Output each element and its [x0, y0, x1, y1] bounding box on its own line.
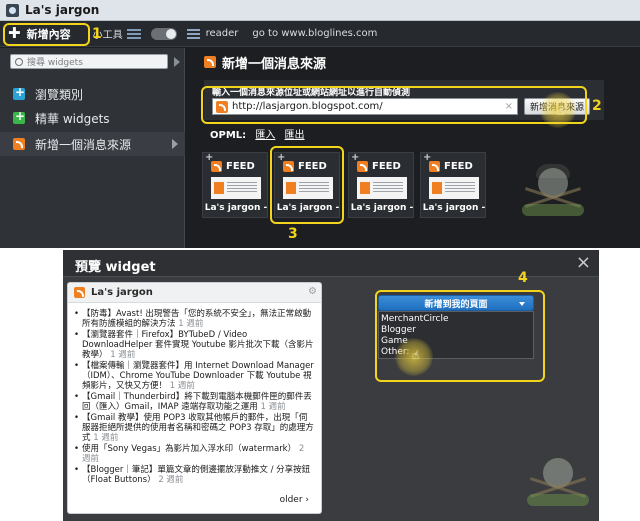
gear-icon[interactable]: ⚙ — [308, 286, 317, 297]
rss-icon — [429, 161, 440, 172]
step-marker-4: 4 — [518, 270, 528, 286]
rss-icon — [13, 138, 25, 150]
goto-bloglines-link[interactable]: go to www.bloglines.com — [252, 28, 377, 39]
older-link[interactable]: older › — [280, 495, 309, 505]
feed-badge: FEED — [372, 161, 401, 172]
search-icon — [15, 57, 23, 66]
window-title: La's jargon — [25, 3, 100, 17]
widget-search-input[interactable]: 搜尋 widgets — [10, 54, 168, 69]
list-item[interactable]: 【瀏覽器套件｜Firefox】BYTubeD / Video DownloadH… — [74, 330, 314, 360]
mascot-watermark — [518, 160, 588, 224]
sidebar-item-label: 瀏覽類別 — [35, 87, 84, 102]
hand-cursor-icon: ☝ — [557, 104, 565, 118]
app-icon — [6, 3, 19, 17]
feed-thumbnail — [429, 177, 479, 199]
opml-export-link[interactable]: 匯出 — [285, 130, 305, 141]
step-marker-2: 2 — [592, 98, 602, 114]
rss-icon — [357, 161, 368, 172]
feed-name: La's jargon - — [350, 203, 414, 213]
rss-icon — [74, 287, 85, 298]
preview-widget-dialog: 預覽 widget × La's jargon ⚙ 【防毒】Avast! 出現警… — [63, 250, 599, 521]
opml-row: OPML: 匯入 匯出 — [210, 126, 305, 141]
bloglines-window: La's jargon ✚ 新增內容 小工具 reader go to www.… — [0, 0, 640, 248]
feed-badge: FEED — [226, 161, 255, 172]
feed-card[interactable]: + FEED La's jargon - — [348, 152, 414, 218]
highlight-box-3 — [270, 146, 344, 224]
title-bar: La's jargon — [0, 0, 640, 21]
list-item[interactable]: 【防毒】Avast! 出現警告「您的系統不安全」，無法正常啟動所有防護模組的解決… — [74, 309, 314, 329]
sidebar-item-label: 精華 widgets — [35, 111, 110, 126]
feed-card[interactable]: + FEED La's jargon - — [202, 152, 268, 218]
rss-icon — [204, 56, 216, 68]
feed-card[interactable]: + FEED La's jargon - — [420, 152, 486, 218]
sidebar-item-add-feed[interactable]: 新增一個消息來源 — [0, 132, 185, 156]
mascot-watermark — [523, 450, 593, 514]
list-item[interactable]: 使用「Sony Vegas」為影片加入浮水印（watermark） 2 週前 — [74, 444, 314, 464]
step-marker-3: 3 — [288, 226, 298, 242]
opml-import-link[interactable]: 匯入 — [255, 130, 275, 141]
plus-square-icon — [13, 85, 25, 100]
page-title-text: 新增一個消息來源 — [222, 56, 327, 72]
reader-icon — [186, 28, 200, 39]
widget-header: La's jargon ⚙ — [68, 283, 321, 303]
feed-header: FEED — [211, 161, 255, 172]
feed-badge: FEED — [444, 161, 473, 172]
rss-icon — [211, 161, 222, 172]
plus-square-icon — [13, 109, 25, 124]
list-item[interactable]: 【檔案傳輸｜瀏覽器套件】用 Internet Download Manager（… — [74, 361, 314, 391]
feed-name: La's jargon - — [422, 203, 486, 213]
view-toggle[interactable] — [150, 27, 177, 40]
dialog-title: 預覽 widget — [75, 260, 156, 275]
sidebar: 搜尋 widgets 瀏覽類別 精華 widgets 新增一個消息來源 — [0, 48, 185, 248]
sidebar-item-browse-categories[interactable]: 瀏覽類別 — [0, 82, 185, 106]
step-marker-1: 1 — [92, 26, 102, 42]
search-placeholder: 搜尋 widgets — [27, 58, 83, 68]
feed-thumbnail — [357, 177, 407, 199]
play-arrow-icon[interactable] — [174, 57, 180, 67]
sidebar-item-featured-widgets[interactable]: 精華 widgets — [0, 106, 185, 130]
feed-header: FEED — [429, 161, 473, 172]
screenshot-root: La's jargon ✚ 新增內容 小工具 reader go to www.… — [0, 0, 640, 521]
highlight-box-1 — [3, 23, 90, 46]
list-item[interactable]: 【Blogger｜筆記】單篇文章的側邊擺放浮動推文 / 分享按鈕（Float B… — [74, 465, 314, 485]
chevron-right-icon — [172, 139, 178, 149]
sidebar-item-label: 新增一個消息來源 — [35, 137, 132, 152]
hand-cursor-icon: ☝ — [412, 348, 420, 362]
list-item[interactable]: 【Gmail｜Thunderbird】將下載到電腦本機郵件匣的郵件丟回（匯入）G… — [74, 392, 314, 412]
reader-link[interactable]: reader — [206, 28, 239, 39]
grid-icon — [126, 28, 141, 39]
feed-thumbnail — [211, 177, 261, 199]
feed-name: La's jargon - — [204, 203, 268, 213]
list-item[interactable]: 【Gmail 教學】使用 POP3 收取其他帳戶的郵件，出現「伺服器拒絕所提供的… — [74, 413, 314, 443]
main-panel: 新增一個消息來源 輸入一個消息來源位址或網站網址以進行自動偵測 http://l… — [186, 48, 640, 248]
highlight-box-2 — [201, 86, 587, 124]
widget-preview: La's jargon ⚙ 【防毒】Avast! 出現警告「您的系統不安全」，無… — [67, 282, 322, 514]
close-icon[interactable]: × — [576, 252, 591, 273]
feed-header: FEED — [357, 161, 401, 172]
opml-label: OPML: — [210, 130, 247, 141]
page-title: 新增一個消息來源 — [204, 52, 326, 72]
post-list: 【防毒】Avast! 出現警告「您的系統不安全」，無法正常啟動所有防護模組的解決… — [74, 309, 314, 486]
widget-title: La's jargon — [91, 287, 153, 298]
